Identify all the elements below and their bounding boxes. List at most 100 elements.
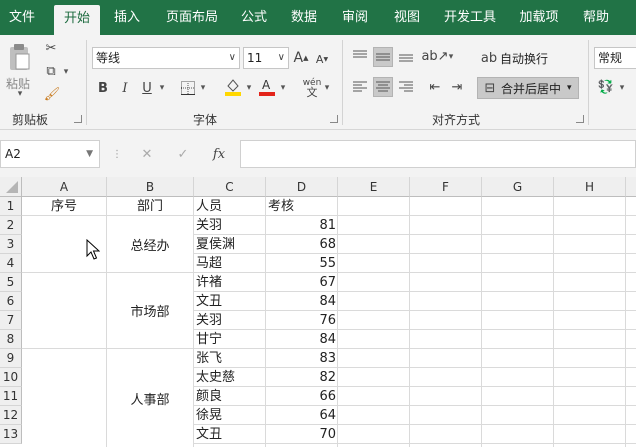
name-box-dropdown-icon[interactable]: ▼ (86, 141, 93, 167)
insert-function-icon[interactable]: fx (208, 145, 230, 163)
tab-view[interactable]: 视图 (386, 0, 428, 35)
merged-cell-a9[interactable] (22, 349, 106, 447)
align-right-icon[interactable] (397, 78, 415, 96)
column-header-f[interactable]: F (410, 177, 482, 197)
font-launcher-icon[interactable] (330, 115, 338, 123)
row-header[interactable]: 1 (0, 197, 22, 216)
orientation-icon[interactable]: ab↗ (421, 47, 448, 65)
align-bottom-icon[interactable] (397, 47, 415, 65)
accounting-format-icon[interactable]: 💱 (596, 78, 616, 96)
name-box[interactable]: A2 ▼ (0, 140, 100, 168)
cell-d1[interactable]: 考核 (268, 197, 336, 216)
column-header-a[interactable]: A (22, 177, 107, 197)
fill-color-icon[interactable] (224, 77, 242, 97)
copy-dropdown-icon[interactable]: ▾ (61, 65, 71, 79)
cell-score[interactable]: 84 (266, 330, 336, 349)
cell-score[interactable]: 83 (266, 349, 336, 368)
merged-cell-b2[interactable]: 总经办 (107, 216, 193, 272)
alignment-launcher-icon[interactable] (576, 115, 584, 123)
shrink-font-icon[interactable]: A ▼ (314, 51, 330, 67)
cell-name[interactable]: 文丑 (196, 292, 264, 311)
tab-insert[interactable]: 插入 (106, 0, 148, 35)
grow-font-icon[interactable]: A ▲ (293, 49, 309, 67)
italic-button[interactable]: I (118, 80, 132, 96)
row-header[interactable]: 13 (0, 425, 22, 444)
row-header[interactable]: 3 (0, 235, 22, 254)
font-size-select[interactable]: 11 ∨ (243, 47, 289, 69)
column-header-i[interactable] (626, 177, 636, 197)
increase-indent-icon[interactable]: ⇥ (448, 78, 466, 96)
cell-c1[interactable]: 人员 (196, 197, 264, 216)
cell-name[interactable]: 关羽 (196, 311, 264, 330)
cell-score[interactable]: 84 (266, 292, 336, 311)
tab-help[interactable]: 帮助 (576, 0, 616, 35)
cell-name[interactable]: 徐晃 (196, 406, 264, 425)
number-format-select[interactable]: 常规 (594, 47, 636, 69)
merge-dropdown-icon[interactable]: ▾ (567, 83, 572, 93)
merged-cell-b9[interactable]: 人事部 (107, 349, 193, 447)
column-header-b[interactable]: B (107, 177, 194, 197)
paste-icon[interactable] (6, 41, 32, 73)
clipboard-launcher-icon[interactable] (74, 115, 82, 123)
cell-score[interactable]: 64 (266, 406, 336, 425)
cell-score[interactable]: 70 (266, 425, 336, 444)
row-header[interactable]: 8 (0, 330, 22, 349)
paste-dropdown-icon[interactable]: ▾ (15, 89, 25, 99)
accounting-dropdown-icon[interactable]: ▾ (617, 82, 627, 94)
worksheet-grid[interactable]: A B C D E F G H 1 2 3 4 5 6 7 8 9 10 11 … (0, 177, 636, 447)
align-middle-icon[interactable] (373, 47, 393, 67)
cell-score[interactable]: 55 (266, 254, 336, 273)
font-color-icon[interactable]: A (258, 77, 276, 97)
column-header-h[interactable]: H (554, 177, 626, 197)
align-top-icon[interactable] (351, 47, 369, 65)
cell-name[interactable]: 甘宁 (196, 330, 264, 349)
copy-icon[interactable]: ⧉ (43, 63, 59, 79)
bold-button[interactable]: B (96, 80, 110, 96)
tab-data[interactable]: 数据 (283, 0, 325, 35)
tab-developer[interactable]: 开发工具 (440, 0, 500, 35)
phonetic-guide-icon[interactable]: wén 文 (300, 77, 324, 99)
borders-icon[interactable] (180, 80, 196, 96)
tab-page-layout[interactable]: 页面布局 (158, 0, 226, 35)
tab-file[interactable]: 文件 (2, 0, 42, 35)
align-left-icon[interactable] (351, 78, 369, 96)
cancel-formula-icon[interactable]: ✕ (138, 145, 156, 163)
cell-name[interactable]: 许褚 (196, 273, 264, 292)
column-header-g[interactable]: G (482, 177, 554, 197)
merged-cell-a5[interactable] (22, 273, 106, 348)
cell-name[interactable]: 张飞 (196, 349, 264, 368)
cut-icon[interactable]: ✂ (43, 40, 59, 56)
cell-score[interactable]: 76 (266, 311, 336, 330)
formula-input[interactable] (240, 140, 636, 168)
cell-name[interactable]: 夏侯渊 (196, 235, 264, 254)
cell-name[interactable]: 马超 (196, 254, 264, 273)
orientation-dropdown-icon[interactable]: ▾ (446, 51, 456, 63)
font-name-select[interactable]: 等线 ∨ (92, 47, 240, 69)
row-header[interactable]: 6 (0, 292, 22, 311)
select-all-corner[interactable] (0, 177, 22, 197)
align-center-icon[interactable] (373, 77, 393, 97)
cell-a1[interactable]: 序号 (22, 197, 106, 216)
tab-review[interactable]: 审阅 (334, 0, 376, 35)
column-header-d[interactable]: D (266, 177, 338, 197)
merged-cell-b5[interactable]: 市场部 (107, 273, 193, 348)
font-color-dropdown-icon[interactable]: ▾ (278, 82, 288, 94)
decrease-indent-icon[interactable]: ⇤ (426, 78, 444, 96)
cell-score[interactable]: 81 (266, 216, 336, 235)
row-header[interactable]: 7 (0, 311, 22, 330)
underline-dropdown-icon[interactable]: ▾ (157, 82, 167, 94)
cell-name[interactable]: 颜良 (196, 387, 264, 406)
enter-formula-icon[interactable]: ✓ (174, 145, 192, 163)
tab-addins[interactable]: 加载项 (512, 0, 566, 35)
row-header[interactable]: 11 (0, 387, 22, 406)
cell-score[interactable]: 68 (266, 235, 336, 254)
cell-score[interactable]: 82 (266, 368, 336, 387)
row-header[interactable]: 5 (0, 273, 22, 292)
underline-button[interactable]: U (140, 80, 154, 96)
tab-formulas[interactable]: 公式 (234, 0, 274, 35)
wrap-text-button[interactable]: ab 自动换行 (481, 48, 548, 68)
column-header-c[interactable]: C (194, 177, 266, 197)
cell-score[interactable]: 66 (266, 387, 336, 406)
tab-home[interactable]: 开始 (54, 5, 100, 35)
fill-color-dropdown-icon[interactable]: ▾ (244, 82, 254, 94)
